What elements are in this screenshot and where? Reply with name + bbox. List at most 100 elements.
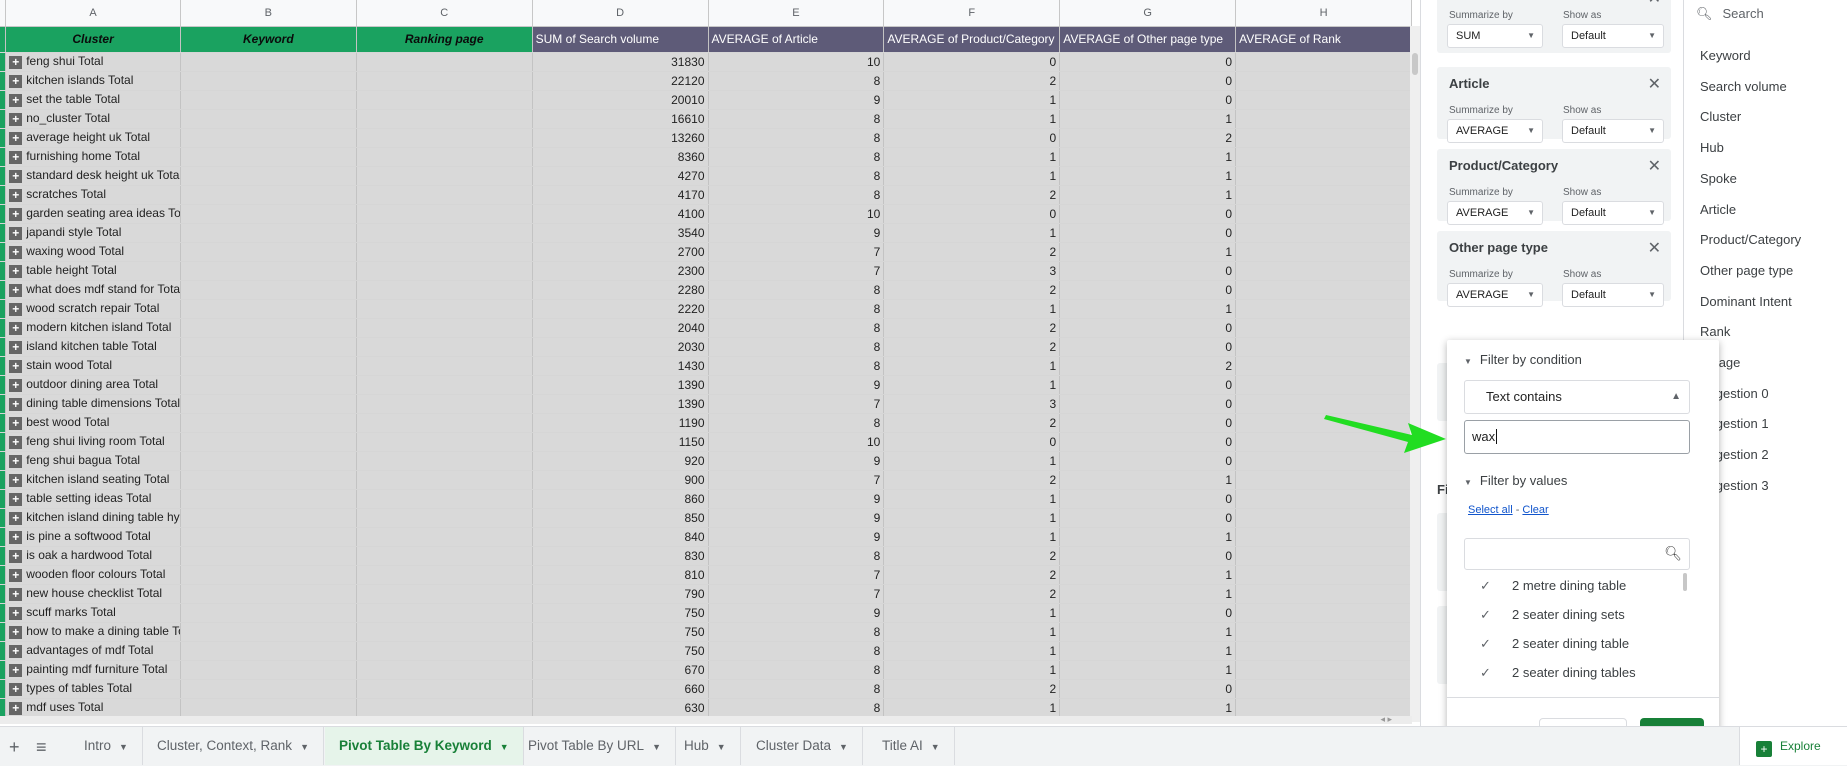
header-keyword[interactable]: Keyword [180,26,357,53]
field-item[interactable]: Other page type [1700,263,1793,278]
cell-search-volume[interactable]: 1150 [532,432,709,452]
cell-avg-rank[interactable] [1235,185,1412,205]
cell-avg-article[interactable]: 8 [708,318,885,338]
cell-avg-article[interactable]: 8 [708,109,885,129]
cell-search-volume[interactable]: 13260 [532,128,709,148]
cell-search-volume[interactable]: 860 [532,489,709,509]
cell-keyword[interactable] [180,489,357,509]
header-cluster[interactable]: Cluster [5,26,181,53]
expand-icon[interactable]: + [9,664,23,677]
cell-avg-rank[interactable] [1235,52,1412,72]
cell-keyword[interactable] [180,698,357,718]
expand-icon[interactable]: + [9,512,23,525]
cell-avg-other-page-type[interactable]: 0 [1059,508,1237,528]
cell-avg-other-page-type[interactable]: 0 [1059,52,1237,72]
cell-ranking-page[interactable] [356,166,533,186]
expand-icon[interactable]: + [9,265,23,278]
cell-avg-product-category[interactable]: 2 [883,242,1061,262]
cell-avg-article[interactable]: 7 [708,470,885,490]
expand-icon[interactable]: + [9,189,23,202]
cell-avg-product-category[interactable]: 1 [883,489,1061,509]
cell-keyword[interactable] [180,413,357,433]
cell-ranking-page[interactable] [356,147,533,167]
cell-cluster[interactable]: +kitchen island dining table hybrid Tota… [5,508,181,528]
cell-avg-other-page-type[interactable]: 1 [1059,242,1237,262]
cell-ranking-page[interactable] [356,299,533,319]
cell-avg-product-category[interactable]: 2 [883,280,1061,300]
summarize-select[interactable]: AVERAGE ▼ [1447,201,1543,225]
cell-avg-other-page-type[interactable]: 1 [1059,527,1237,547]
cell-search-volume[interactable]: 670 [532,660,709,680]
cell-avg-other-page-type[interactable]: 2 [1059,356,1237,376]
cell-avg-other-page-type[interactable]: 0 [1059,451,1237,471]
cell-cluster[interactable]: + what does mdf stand for Total [5,280,181,300]
cell-avg-product-category[interactable]: 2 [883,318,1061,338]
value-option[interactable]: ✓ 2 metre dining table [1480,578,1626,594]
cell-avg-product-category[interactable]: 3 [883,261,1061,281]
cell-keyword[interactable] [180,90,357,110]
field-item[interactable]: Search volume [1700,79,1787,94]
cell-keyword[interactable] [180,261,357,281]
cell-avg-article[interactable]: 9 [708,489,885,509]
cell-cluster[interactable]: + feng shui bagua Total [5,451,181,471]
cell-cluster[interactable]: + average height uk Total [5,128,181,148]
cell-avg-other-page-type[interactable]: 0 [1059,261,1237,281]
caret-down-icon[interactable]: ▼ [931,742,940,752]
cell-ranking-page[interactable] [356,261,533,281]
summarize-select[interactable]: AVERAGE ▼ [1447,119,1543,143]
cell-avg-other-page-type[interactable]: 0 [1059,679,1237,699]
cell-search-volume[interactable]: 31830 [532,52,709,72]
cell-keyword[interactable] [180,584,357,604]
expand-icon[interactable]: + [9,436,23,449]
cell-avg-rank[interactable] [1235,546,1412,566]
cell-avg-rank[interactable] [1235,679,1412,699]
sheet-tab[interactable]: Cluster, Context, Rank ▼ [143,727,324,765]
scroll-thumb[interactable] [1412,53,1418,75]
field-search[interactable]: 🔍︎ Search [1696,6,1840,28]
cell-avg-other-page-type[interactable]: 0 [1059,489,1237,509]
cell-keyword[interactable] [180,337,357,357]
cell-search-volume[interactable]: 920 [532,451,709,471]
cell-avg-article[interactable]: 7 [708,261,885,281]
cell-avg-other-page-type[interactable]: 1 [1059,698,1237,718]
cell-avg-other-page-type[interactable]: 0 [1059,90,1237,110]
cell-cluster[interactable]: + scratches Total [5,185,181,205]
cell-ranking-page[interactable] [356,242,533,262]
cell-avg-other-page-type[interactable]: 1 [1059,641,1237,661]
cell-keyword[interactable] [180,52,357,72]
cell-cluster[interactable]: + outdoor dining area Total [5,375,181,395]
expand-icon[interactable]: + [9,151,23,164]
cell-avg-product-category[interactable]: 2 [883,470,1061,490]
cell-keyword[interactable] [180,394,357,414]
cell-avg-article[interactable]: 8 [708,337,885,357]
cell-ranking-page[interactable] [356,394,533,414]
condition-value-input[interactable]: wax [1464,420,1690,454]
values-scrollbar[interactable] [1683,573,1687,591]
expand-icon[interactable]: + [9,550,23,563]
close-icon[interactable]: ✕ [1648,238,1661,258]
cell-keyword[interactable] [180,603,357,623]
column-header-f[interactable]: F [883,0,1061,27]
expand-icon[interactable]: + [9,132,23,145]
cell-ranking-page[interactable] [356,622,533,642]
cell-avg-article[interactable]: 8 [708,679,885,699]
cell-search-volume[interactable]: 16610 [532,109,709,129]
cell-search-volume[interactable]: 4170 [532,185,709,205]
cell-keyword[interactable] [180,527,357,547]
close-icon[interactable]: ✕ [1648,74,1661,94]
cell-avg-other-page-type[interactable]: 0 [1059,546,1237,566]
cell-avg-rank[interactable] [1235,508,1412,528]
cell-avg-article[interactable]: 9 [708,527,885,547]
cell-ranking-page[interactable] [356,337,533,357]
show-as-select[interactable]: Default ▼ [1562,24,1664,48]
expand-icon[interactable]: + [9,607,23,620]
cell-search-volume[interactable]: 630 [532,698,709,718]
expand-icon[interactable]: + [9,702,23,715]
cell-search-volume[interactable]: 1390 [532,375,709,395]
cell-cluster[interactable]: + no_cluster Total [5,109,181,129]
cell-avg-product-category[interactable]: 1 [883,451,1061,471]
cell-keyword[interactable] [180,109,357,129]
cell-search-volume[interactable]: 2700 [532,242,709,262]
caret-down-icon[interactable]: ▼ [717,742,726,752]
cell-ranking-page[interactable] [356,660,533,680]
